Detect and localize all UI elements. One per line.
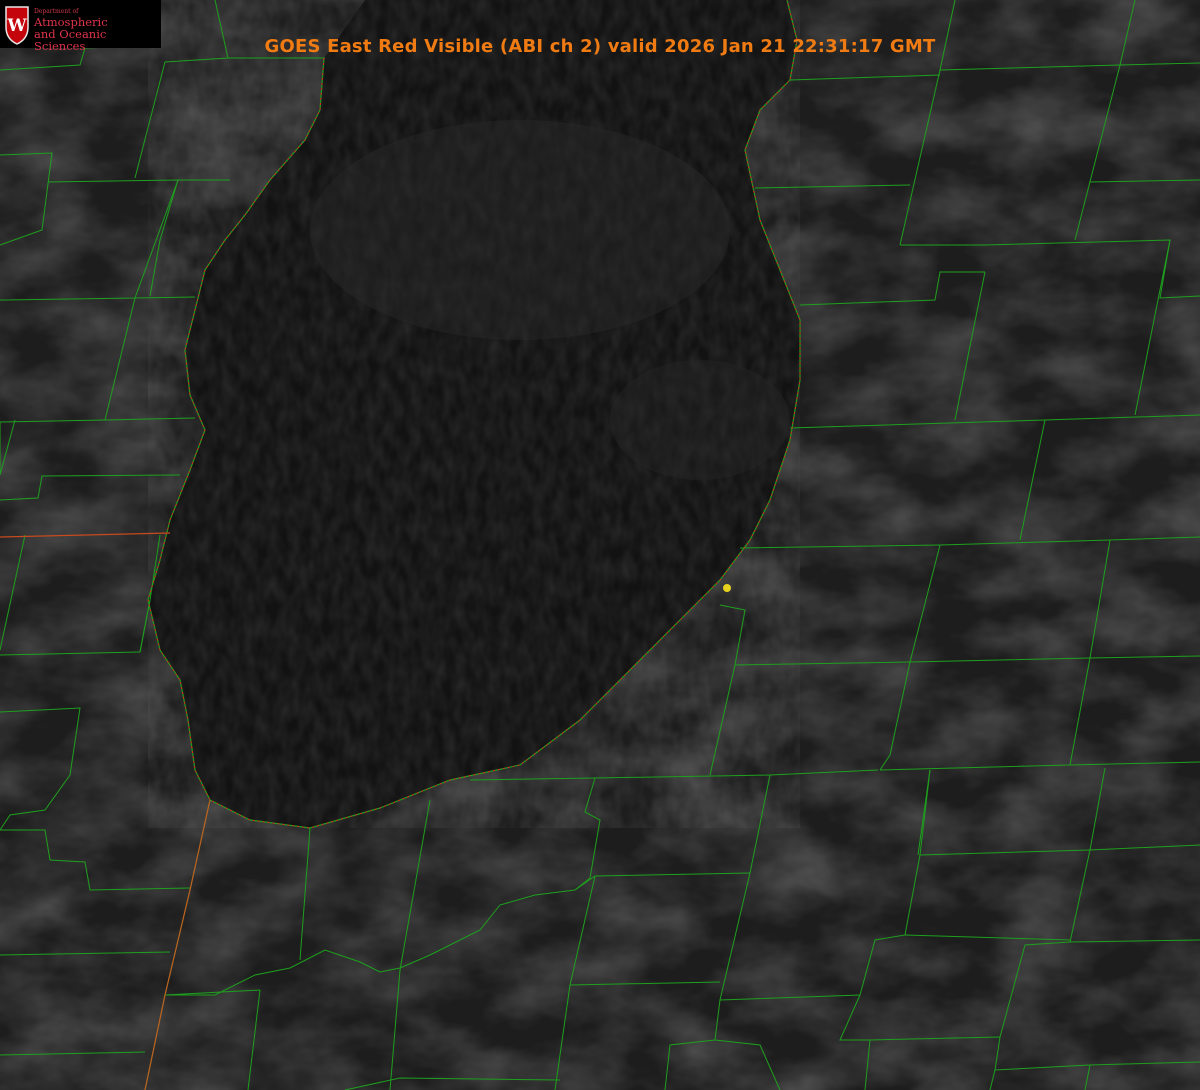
satellite-map	[0, 0, 1200, 1090]
lake-cloud-streak	[610, 360, 790, 480]
map-title: GOES East Red Visible (ABI ch 2) valid 2…	[264, 36, 936, 57]
svg-text:W: W	[6, 16, 27, 36]
station-marker	[723, 584, 731, 592]
lake-cloud-streak	[310, 120, 730, 340]
